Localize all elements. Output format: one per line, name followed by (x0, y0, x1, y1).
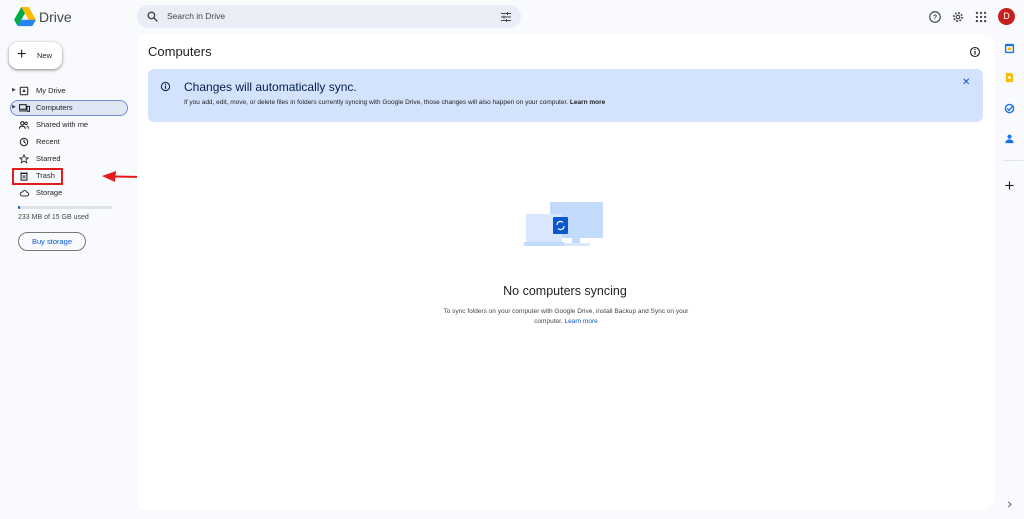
sidebar-item-label: Shared with me (36, 120, 89, 129)
empty-state-title: No computers syncing (503, 284, 627, 298)
page-title: Computers (148, 44, 212, 59)
expand-arrow-icon[interactable]: ▶ (12, 104, 16, 110)
star-icon (19, 154, 29, 164)
settings-icon[interactable] (951, 10, 965, 24)
banner-text: If you add, edit, move, or delete files … (184, 99, 569, 106)
apps-grid-icon[interactable] (974, 10, 988, 24)
tasks-icon[interactable] (1004, 103, 1015, 114)
contacts-icon[interactable] (1004, 133, 1015, 144)
empty-state-text-line2: computer. (534, 318, 563, 325)
sidebar-item-label: Starred (36, 154, 61, 163)
info-icon[interactable] (969, 46, 981, 58)
drive-logo-icon[interactable] (14, 7, 36, 27)
buy-storage-button[interactable]: Buy storage (18, 232, 86, 251)
cloud-icon (19, 190, 30, 197)
search-input[interactable]: Search in Drive (167, 11, 225, 21)
sidebar-item-label: Computers (36, 103, 73, 112)
banner-learn-more-link[interactable]: Learn more (570, 99, 605, 106)
sidebar-item-recent[interactable]: Recent (10, 134, 128, 150)
sync-banner: Changes will automatically sync. If you … (148, 69, 983, 122)
trash-highlight-box (12, 168, 63, 185)
new-button-label: New (37, 51, 53, 60)
search-bar[interactable]: Search in Drive (137, 5, 521, 28)
empty-learn-more-link[interactable]: Learn more (565, 318, 598, 325)
chevron-right-icon[interactable] (1006, 501, 1013, 508)
sidebar-item-computers[interactable]: ▶ Computers (10, 100, 128, 116)
banner-title: Changes will automatically sync. (184, 80, 357, 94)
my-drive-icon (19, 86, 29, 96)
info-icon (160, 81, 171, 92)
sidebar-item-storage[interactable]: Storage (10, 185, 128, 201)
banner-body: If you add, edit, move, or delete files … (184, 99, 605, 106)
calendar-icon[interactable] (1004, 43, 1015, 54)
computer-icon (19, 104, 30, 112)
search-icon[interactable] (146, 10, 159, 23)
plus-icon: + (17, 46, 27, 63)
sidebar-item-my-drive[interactable]: ▶ My Drive (10, 83, 128, 99)
new-button[interactable]: + New (9, 42, 62, 69)
help-icon[interactable]: ? (928, 10, 942, 24)
storage-bar-fill (18, 206, 20, 209)
sidebar-item-label: Storage (36, 188, 63, 197)
empty-state-description: To sync folders on your computer with Go… (418, 307, 714, 327)
sidebar-item-label: Recent (36, 137, 60, 146)
close-icon[interactable]: ✕ (962, 77, 970, 88)
avatar[interactable]: D (998, 8, 1015, 25)
svg-text:?: ? (933, 15, 937, 22)
sidebar-item-label: My Drive (36, 86, 66, 95)
storage-used-text: 233 MB of 15 GB used (18, 214, 89, 221)
storage-bar (18, 206, 112, 209)
clock-icon (19, 137, 29, 147)
empty-state-text-line1: To sync folders on your computer with Go… (443, 308, 689, 315)
sidebar-item-starred[interactable]: Starred (10, 151, 128, 167)
sidebar-item-shared[interactable]: Shared with me (10, 117, 128, 133)
expand-arrow-icon[interactable]: ▶ (12, 87, 16, 93)
people-icon (19, 121, 29, 129)
add-icon[interactable] (1004, 180, 1015, 191)
computers-illustration (524, 202, 603, 246)
filter-icon[interactable] (500, 11, 512, 23)
keep-icon[interactable] (1004, 72, 1015, 83)
app-name[interactable]: Drive (39, 9, 72, 25)
rail-divider (1003, 160, 1023, 161)
